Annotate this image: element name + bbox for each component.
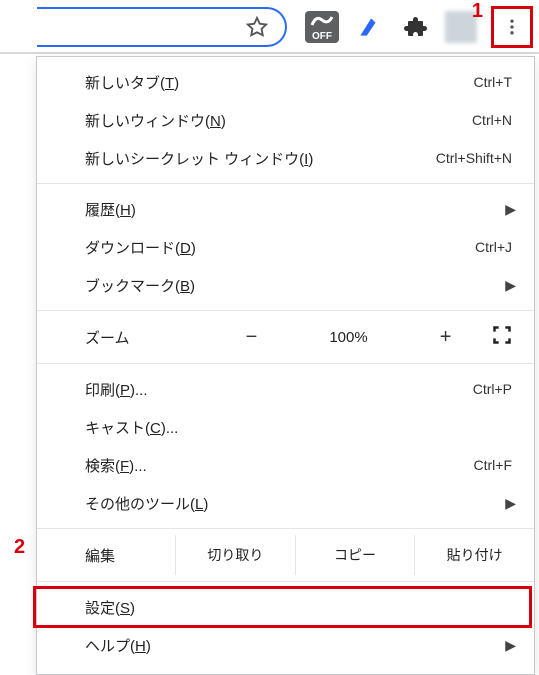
menu-zoom: ズーム − 100% + bbox=[37, 317, 534, 357]
menu-help[interactable]: ヘルプ(H) ▶ bbox=[37, 626, 534, 664]
feather-extension-icon[interactable] bbox=[353, 11, 385, 43]
browser-toolbar: OFF bbox=[0, 0, 539, 54]
edit-cut-button[interactable]: 切り取り bbox=[175, 535, 295, 575]
toolbar-divider bbox=[0, 52, 539, 54]
menu-incognito[interactable]: 新しいシークレット ウィンドウ(I) Ctrl+Shift+N bbox=[37, 139, 534, 177]
menu-more-tools[interactable]: その他のツール(L) ▶ bbox=[37, 484, 534, 522]
menu-separator bbox=[37, 581, 534, 582]
shortcut-label: Ctrl+N bbox=[472, 112, 512, 128]
menu-separator bbox=[37, 183, 534, 184]
menu-separator bbox=[37, 310, 534, 311]
menu-cast[interactable]: キャスト(C)... bbox=[37, 408, 534, 446]
menu-find[interactable]: 検索(F)... Ctrl+F bbox=[37, 446, 534, 484]
extensions-icon[interactable] bbox=[399, 11, 431, 43]
chrome-menu-button-highlight bbox=[491, 6, 533, 48]
menu-new-tab[interactable]: 新しいタブ(T) Ctrl+T bbox=[37, 63, 534, 101]
shortcut-label: Ctrl+P bbox=[473, 381, 512, 397]
extension-off-badge[interactable]: OFF bbox=[305, 11, 339, 43]
chevron-right-icon: ▶ bbox=[505, 495, 516, 512]
menu-downloads[interactable]: ダウンロード(D) Ctrl+J bbox=[37, 228, 534, 266]
star-icon[interactable] bbox=[241, 11, 273, 43]
menu-new-window[interactable]: 新しいウィンドウ(N) Ctrl+N bbox=[37, 101, 534, 139]
zoom-percent: 100% bbox=[329, 329, 367, 346]
shortcut-label: Ctrl+T bbox=[474, 74, 513, 90]
menu-settings[interactable]: 設定(S) bbox=[37, 588, 534, 626]
menu-separator bbox=[37, 363, 534, 364]
shortcut-label: Ctrl+Shift+N bbox=[436, 150, 512, 166]
chrome-main-menu: 新しいタブ(T) Ctrl+T 新しいウィンドウ(N) Ctrl+N 新しいシー… bbox=[36, 56, 535, 675]
address-bar[interactable] bbox=[37, 7, 287, 47]
zoom-out-button[interactable]: − bbox=[236, 326, 266, 349]
kebab-menu-icon[interactable] bbox=[496, 11, 528, 43]
menu-history[interactable]: 履歴(H) ▶ bbox=[37, 190, 534, 228]
edit-copy-button[interactable]: コピー bbox=[295, 535, 415, 575]
annotation-1: 1 bbox=[472, 0, 483, 23]
shortcut-label: Ctrl+J bbox=[475, 239, 512, 255]
edit-paste-button[interactable]: 貼り付け bbox=[414, 535, 534, 575]
annotation-2: 2 bbox=[14, 536, 25, 559]
menu-print[interactable]: 印刷(P)... Ctrl+P bbox=[37, 370, 534, 408]
chevron-right-icon: ▶ bbox=[505, 201, 516, 218]
edit-label: 編集 bbox=[85, 545, 175, 566]
zoom-in-button[interactable]: + bbox=[431, 326, 461, 349]
chevron-right-icon: ▶ bbox=[505, 277, 516, 294]
menu-separator bbox=[37, 528, 534, 529]
menu-edit-row: 編集 切り取り コピー 貼り付け bbox=[37, 535, 534, 575]
zoom-label: ズーム bbox=[85, 327, 205, 348]
fullscreen-icon[interactable] bbox=[492, 325, 512, 349]
shortcut-label: Ctrl+F bbox=[474, 457, 513, 473]
chevron-right-icon: ▶ bbox=[505, 637, 516, 654]
menu-bookmarks[interactable]: ブックマーク(B) ▶ bbox=[37, 266, 534, 304]
extension-off-label: OFF bbox=[312, 31, 332, 42]
